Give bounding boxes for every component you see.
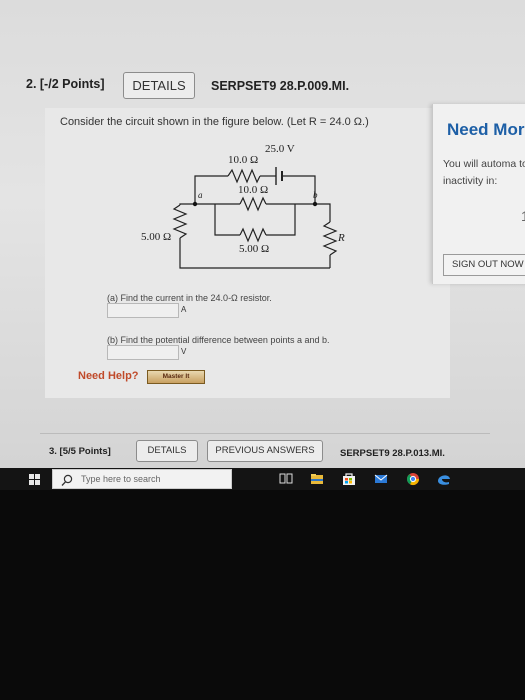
section-divider xyxy=(40,433,490,434)
resistor-middle-bottom-label: 5.00 Ω xyxy=(239,243,270,255)
session-countdown: 1 xyxy=(521,208,525,224)
previous-answers-button[interactable]: PREVIOUS ANSWERS xyxy=(207,440,323,462)
chrome-icon[interactable] xyxy=(406,472,420,486)
part-a-answer-input[interactable] xyxy=(107,303,179,318)
taskbar-search-placeholder: Type here to search xyxy=(81,474,161,484)
store-icon[interactable] xyxy=(342,472,356,486)
resistor-left xyxy=(172,204,188,239)
part-a-text: (a) Find the current in the 24.0-Ω resis… xyxy=(107,293,272,303)
resistor-left-label: 5.00 Ω xyxy=(141,231,172,243)
edge-icon[interactable] xyxy=(436,472,452,486)
node-b-label: b xyxy=(313,190,318,200)
resistor-r-label: R xyxy=(338,232,345,244)
resistor-r xyxy=(322,221,338,256)
part-a-unit: A xyxy=(181,305,187,314)
question-3-details-button[interactable]: DETAILS xyxy=(136,440,198,462)
part-b-unit: V xyxy=(181,347,187,356)
taskbar-search-box[interactable]: Type here to search xyxy=(52,469,232,489)
session-panel-title: Need Mor xyxy=(447,120,525,139)
question-3-header: 3. [5/5 Points] xyxy=(49,446,111,457)
sign-out-now-button[interactable]: SIGN OUT NOW xyxy=(443,254,525,276)
need-help-label: Need Help? xyxy=(78,370,139,382)
battery-label: 25.0 V xyxy=(265,143,295,155)
file-explorer-icon[interactable] xyxy=(310,472,324,486)
node-a-dot xyxy=(192,201,198,207)
session-panel-message: You will automa to inactivity in: xyxy=(443,158,525,187)
taskbar: Type here to search xyxy=(0,468,525,490)
mail-icon[interactable] xyxy=(374,472,388,486)
windows-start-icon[interactable] xyxy=(29,474,40,485)
resistor-middle-top-label: 10.0 Ω xyxy=(238,184,269,196)
resistor-middle-top xyxy=(239,196,267,212)
session-timeout-panel: Need Mor You will automa to inactivity i… xyxy=(432,104,525,284)
search-icon xyxy=(61,474,73,486)
question-3-code: SERPSET9 28.P.013.MI. xyxy=(340,448,445,459)
task-view-icon[interactable] xyxy=(279,472,293,486)
part-b-answer-input[interactable] xyxy=(107,345,179,360)
resistor-middle-bottom xyxy=(239,227,267,243)
master-it-button[interactable]: Master It xyxy=(147,370,205,384)
part-b-text: (b) Find the potential difference betwee… xyxy=(107,335,330,345)
resistor-top-left xyxy=(227,168,261,184)
node-a-label: a xyxy=(198,190,203,200)
screen: 2. [-/2 Points] DETAILS SERPSET9 28.P.00… xyxy=(0,0,525,500)
node-b-dot xyxy=(312,201,318,207)
resistor-top-left-label: 10.0 Ω xyxy=(228,154,259,166)
dark-bezel-area xyxy=(0,490,525,700)
